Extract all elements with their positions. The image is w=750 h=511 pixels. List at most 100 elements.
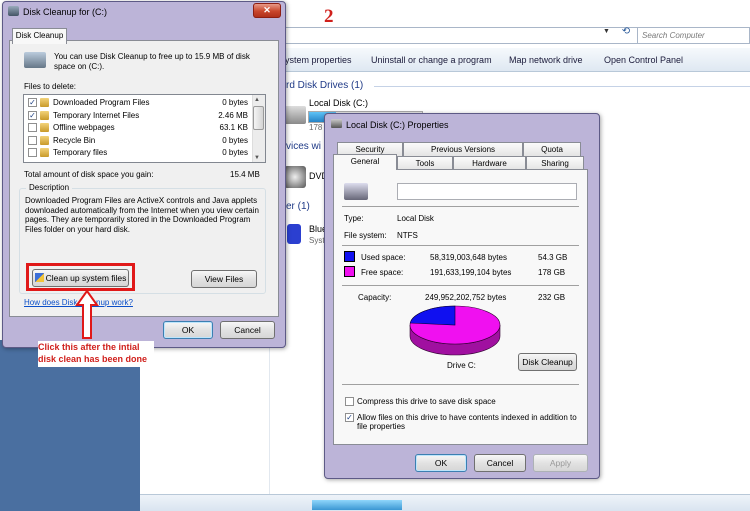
used-space-label: Used space: xyxy=(361,253,406,262)
free-color-swatch xyxy=(344,266,355,277)
properties-cancel-button[interactable]: Cancel xyxy=(474,454,526,472)
file-name: Temporary Internet Files xyxy=(53,110,140,120)
ok-button[interactable]: OK xyxy=(163,321,213,339)
disk-usage-pie xyxy=(409,305,501,356)
compress-checkbox[interactable] xyxy=(345,397,354,406)
file-name: Recycle Bin xyxy=(53,135,96,145)
details-usage-bar xyxy=(312,500,402,510)
tab-previous-versions[interactable]: Previous Versions xyxy=(403,142,523,156)
file-system-label: File system: xyxy=(344,231,387,240)
drive-title-icon xyxy=(331,119,342,128)
index-checkbox[interactable]: ✓ xyxy=(345,413,354,422)
drive-icon[interactable] xyxy=(284,106,306,124)
close-icon[interactable]: ✕ xyxy=(253,3,281,18)
file-name: Temporary files xyxy=(53,148,108,157)
drive-large-icon xyxy=(344,183,368,200)
tab-sharing[interactable]: Sharing xyxy=(526,156,584,170)
list-item[interactable]: Recycle Bin 0 bytes xyxy=(25,135,251,147)
address-bar[interactable] xyxy=(270,27,638,44)
properties-title: Local Disk (C:) Properties xyxy=(346,120,449,130)
type-value: Local Disk xyxy=(397,214,434,223)
used-space-bytes: 58,319,003,648 bytes xyxy=(430,253,507,262)
callout-line-2: disk clean has been done xyxy=(38,354,148,364)
capacity-bytes: 249,952,202,752 bytes xyxy=(425,293,507,302)
properties-ok-button[interactable]: OK xyxy=(415,454,467,472)
disk-cleanup-button[interactable]: Disk Cleanup xyxy=(518,353,577,371)
file-checkbox[interactable] xyxy=(28,148,37,157)
pie-slice-used xyxy=(409,305,456,326)
capacity-label: Capacity: xyxy=(358,293,392,302)
file-size: 2.46 MB xyxy=(218,110,248,120)
drive-size-text: 178 xyxy=(309,123,323,132)
files-to-delete-label: Files to delete: xyxy=(24,82,77,91)
callout-line-1: Click this after the intial xyxy=(38,342,140,352)
folder-icon xyxy=(40,110,49,120)
file-checkbox[interactable] xyxy=(28,123,37,132)
details-pane xyxy=(140,494,750,511)
file-checkbox[interactable]: ✓ xyxy=(28,110,37,120)
file-checkbox[interactable]: ✓ xyxy=(28,98,37,107)
tab-tools[interactable]: Tools xyxy=(397,156,453,170)
toolbar-map-network-drive[interactable]: Map network drive xyxy=(509,55,583,65)
free-space-bytes: 191,633,199,104 bytes xyxy=(430,268,512,277)
bluetooth-device-icon[interactable] xyxy=(287,224,301,244)
compress-label: Compress this drive to save disk space xyxy=(357,397,496,406)
file-size: 0 bytes xyxy=(222,135,248,145)
file-size: 0 bytes xyxy=(222,148,248,157)
free-space-gb: 178 GB xyxy=(538,268,566,277)
section-hard-disk-drives: rd Disk Drives (1) xyxy=(286,80,364,91)
folder-icon xyxy=(40,135,49,145)
capacity-gb: 232 GB xyxy=(538,293,566,302)
scroll-up-icon[interactable]: ▲ xyxy=(254,97,260,103)
scroll-down-icon[interactable]: ▼ xyxy=(254,155,260,161)
disk-cleanup-title: Disk Cleanup for (C:) xyxy=(23,7,108,17)
refresh-icon[interactable]: ⟲ xyxy=(616,26,636,44)
folder-icon xyxy=(40,98,49,107)
drive-c-label: Drive C: xyxy=(447,361,476,370)
section-divider xyxy=(374,86,750,87)
list-item[interactable]: Offline webpages 63.1 KB xyxy=(25,122,251,134)
highlight-box xyxy=(26,263,135,291)
description-text: Downloaded Program Files are ActiveX con… xyxy=(25,196,259,234)
scroll-thumb[interactable] xyxy=(253,106,264,130)
dvd-drive-icon[interactable] xyxy=(284,166,306,188)
file-system-value: NTFS xyxy=(397,231,418,240)
divider xyxy=(342,245,579,246)
chevron-down-icon[interactable]: ▼ xyxy=(603,28,610,35)
bluetooth-sublabel: Syst xyxy=(309,236,325,245)
toolbar-open-control-panel[interactable]: Open Control Panel xyxy=(604,55,683,65)
callout-box: Click this after the intial disk clean h… xyxy=(38,341,154,367)
tab-general[interactable]: General xyxy=(333,154,397,170)
search-input[interactable]: Search Computer xyxy=(637,27,750,44)
toolbar-system-properties[interactable]: ystem properties xyxy=(285,55,352,65)
tab-quota[interactable]: Quota xyxy=(523,142,581,156)
view-files-button[interactable]: View Files xyxy=(191,270,257,288)
list-item[interactable]: ✓ Temporary Internet Files 2.46 MB xyxy=(25,110,251,122)
tab-hardware[interactable]: Hardware xyxy=(453,156,526,170)
file-size: 63.1 KB xyxy=(219,123,248,132)
section-devices: vices wi xyxy=(286,141,322,152)
apply-button[interactable]: Apply xyxy=(533,454,588,472)
folder-icon xyxy=(40,123,49,132)
file-size: 0 bytes xyxy=(222,98,248,107)
drive-label[interactable]: Local Disk (C:) xyxy=(309,98,368,108)
annotation-number: 2 xyxy=(324,6,334,27)
description-label: Description xyxy=(26,183,73,192)
file-checkbox[interactable] xyxy=(28,135,37,145)
used-color-swatch xyxy=(344,251,355,262)
tab-disk-cleanup[interactable]: Disk Cleanup xyxy=(12,28,67,44)
divider xyxy=(342,285,579,286)
used-space-gb: 54.3 GB xyxy=(538,253,568,262)
cancel-button[interactable]: Cancel xyxy=(220,321,275,339)
cleanup-intro-text: You can use Disk Cleanup to free up to 1… xyxy=(54,52,250,71)
disk-cleanup-icon xyxy=(8,6,19,16)
folder-icon xyxy=(40,148,49,157)
toolbar-uninstall-program[interactable]: Uninstall or change a program xyxy=(371,55,492,65)
list-item[interactable]: Temporary files 0 bytes xyxy=(25,147,251,159)
divider xyxy=(342,206,579,207)
drive-name-input[interactable] xyxy=(397,183,577,200)
index-label: Allow files on this drive to have conten… xyxy=(357,413,577,431)
list-item[interactable]: ✓ Downloaded Program Files 0 bytes xyxy=(25,97,251,109)
callout-arrow xyxy=(75,290,99,339)
cleanup-drive-icon xyxy=(24,52,46,68)
